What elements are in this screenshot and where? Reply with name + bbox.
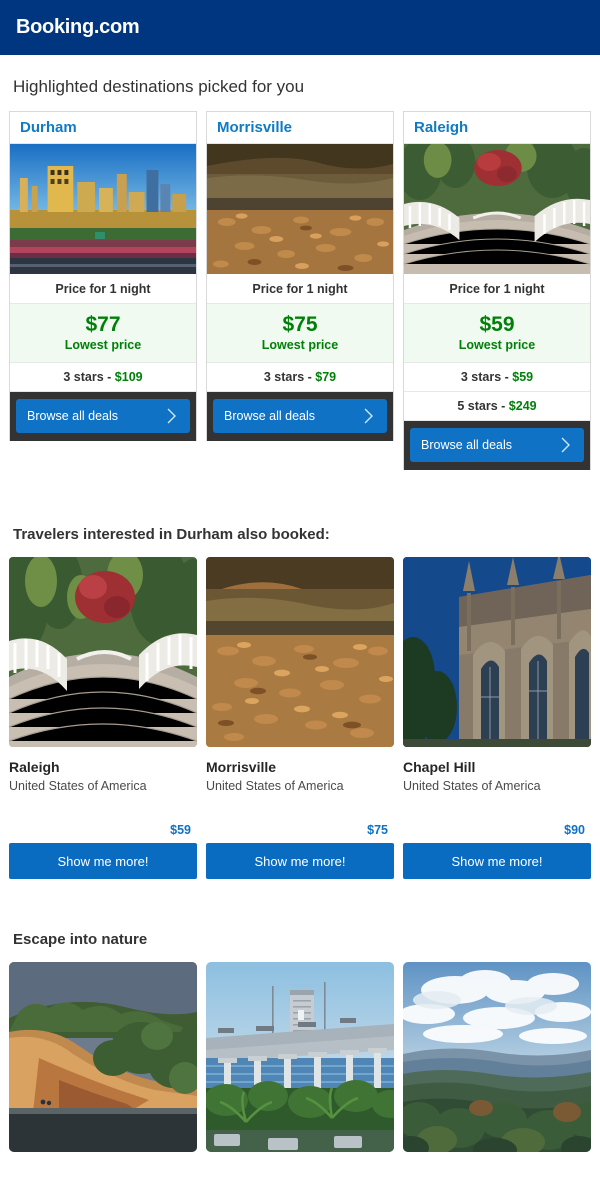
destination-country: United States of America	[9, 779, 147, 794]
star-rating-row: 3 stars - $79	[207, 363, 393, 393]
star-price: $79	[315, 370, 337, 385]
show-me-more-label: Show me more!	[451, 853, 543, 869]
nature-row	[0, 962, 600, 1153]
price-caption: Price for 1 night	[207, 274, 393, 304]
destination-price: $75	[367, 823, 388, 838]
lowest-price-block: $77 Lowest price	[10, 304, 196, 364]
browse-button-band: Browse all deals	[207, 392, 393, 442]
deal-card-morrisville[interactable]: Morrisville Price for 1 night $75 Lowest…	[206, 111, 394, 442]
also-booked-section-title: Travelers interested in Durham also book…	[13, 526, 330, 544]
browse-all-deals-button[interactable]: Browse all deals	[16, 399, 190, 434]
star-rating-row-secondary: 5 stars - $249	[404, 392, 590, 422]
deal-card-city-link[interactable]: Durham	[10, 112, 196, 144]
lowest-price-label: Lowest price	[64, 338, 142, 353]
show-me-more-label: Show me more!	[254, 853, 346, 869]
star-label: 3 stars -	[460, 370, 513, 385]
star-rating-row: 3 stars - $109	[10, 363, 196, 393]
browse-all-deals-button[interactable]: Browse all deals	[213, 399, 387, 434]
star-label: 5 stars -	[457, 399, 509, 414]
show-me-more-label: Show me more!	[57, 853, 149, 869]
star-price: $109	[114, 370, 143, 385]
browse-button-label: Browse all deals	[421, 438, 513, 453]
price-caption: Price for 1 night	[10, 274, 196, 304]
deal-card-city-link[interactable]: Morrisville	[207, 112, 393, 144]
destination-name: Chapel Hill	[403, 759, 476, 776]
chapel-hill-gothic-chapel-photo[interactable]	[403, 557, 591, 748]
also-booked-item-raleigh: Raleigh United States of America $59 Sho…	[9, 557, 197, 880]
booking-logo[interactable]: Booking.com	[16, 16, 140, 39]
raleigh-white-footbridge-photo[interactable]	[9, 557, 197, 748]
nature-section-title: Escape into nature	[13, 931, 148, 949]
show-me-more-button[interactable]: Show me more!	[206, 843, 394, 880]
browse-button-label: Browse all deals	[27, 409, 119, 424]
browse-button-band: Browse all deals	[10, 392, 196, 442]
lowest-price-label: Lowest price	[458, 338, 536, 353]
deal-price: $59	[479, 313, 515, 336]
durham-skyline-dusk-photo	[10, 144, 196, 274]
chevron-right-icon	[167, 408, 176, 424]
star-price: $59	[512, 370, 534, 385]
site-header: Booking.com	[0, 0, 600, 55]
raleigh-white-footbridge-photo	[404, 144, 590, 274]
deal-price: $75	[282, 313, 318, 336]
deal-card-durham[interactable]: Durham Price for 1 night $77 Lowest pric…	[9, 111, 197, 442]
destination-country: United States of America	[206, 779, 344, 794]
also-booked-row: Raleigh United States of America $59 Sho…	[0, 557, 600, 880]
lowest-price-block: $75 Lowest price	[207, 304, 393, 364]
bridge-over-water-palms-photo[interactable]	[206, 962, 394, 1153]
highlighted-section-title: Highlighted destinations picked for you	[13, 77, 305, 96]
also-booked-item-chapel-hill: Chapel Hill United States of America $90…	[403, 557, 591, 880]
chevron-right-icon	[364, 408, 373, 424]
show-me-more-button[interactable]: Show me more!	[403, 843, 591, 880]
forested-hills-clouds-photo[interactable]	[403, 962, 591, 1153]
deal-price: $77	[85, 313, 121, 336]
browse-button-label: Browse all deals	[224, 409, 316, 424]
highlighted-deals-row: Durham Price for 1 night $77 Lowest pric…	[0, 111, 600, 471]
star-price: $249	[508, 399, 537, 414]
show-me-more-button[interactable]: Show me more!	[9, 843, 197, 880]
destination-price: $90	[564, 823, 585, 838]
price-caption: Price for 1 night	[404, 274, 590, 304]
star-label: 3 stars -	[63, 370, 115, 385]
lowest-price-block: $59 Lowest price	[404, 304, 590, 364]
destination-name: Morrisville	[206, 759, 277, 776]
chevron-right-icon	[561, 437, 570, 453]
browse-all-deals-button[interactable]: Browse all deals	[410, 428, 584, 463]
lowest-price-label: Lowest price	[261, 338, 339, 353]
morrisville-autumn-leaves-photo[interactable]	[206, 557, 394, 748]
destination-name: Raleigh	[9, 759, 60, 776]
sand-bluff-over-lake-photo[interactable]	[9, 962, 197, 1153]
morrisville-autumn-creek-photo	[207, 144, 393, 274]
star-rating-row: 3 stars - $59	[404, 363, 590, 393]
destination-price: $59	[170, 823, 191, 838]
destination-country: United States of America	[403, 779, 541, 794]
star-label: 3 stars -	[263, 370, 316, 385]
also-booked-item-morrisville: Morrisville United States of America $75…	[206, 557, 394, 880]
browse-button-band: Browse all deals	[404, 421, 590, 471]
deal-card-city-link[interactable]: Raleigh	[404, 112, 590, 144]
deal-card-raleigh[interactable]: Raleigh Price for 1 night $59 Lowest pri…	[403, 111, 591, 471]
